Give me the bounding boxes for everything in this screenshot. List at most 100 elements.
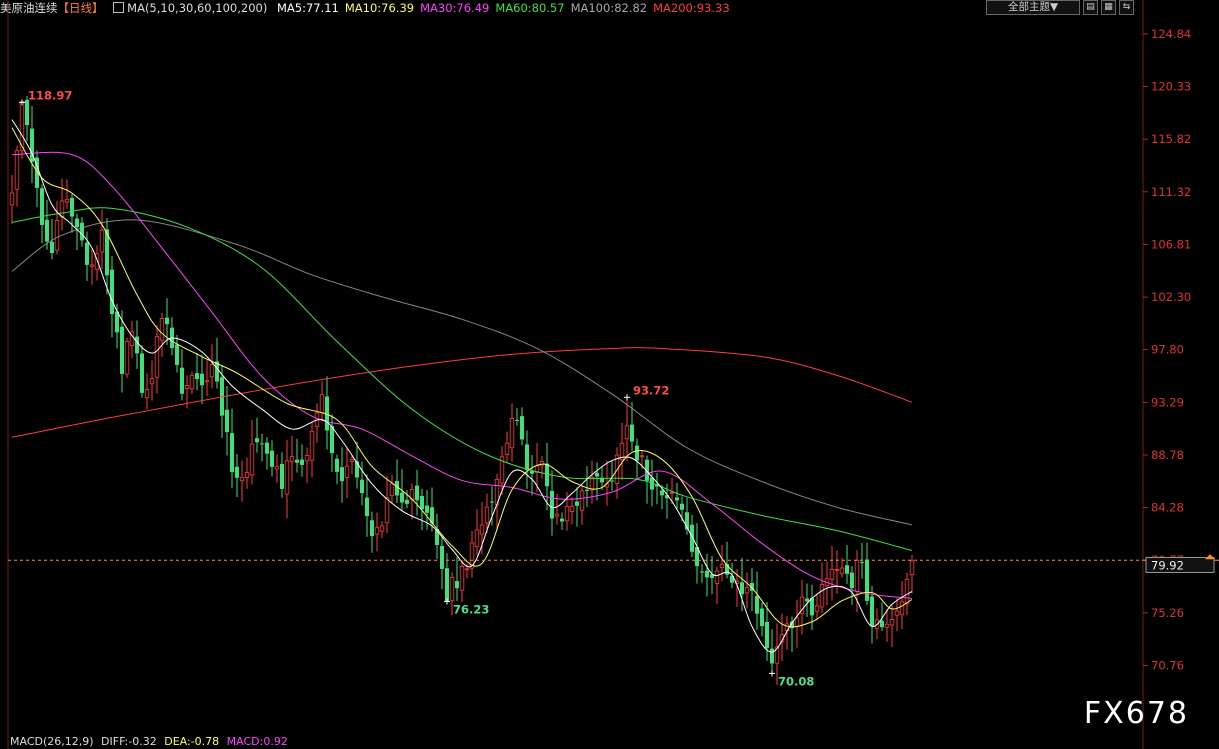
candle-body [624, 425, 630, 440]
candle-body [740, 582, 744, 595]
candle-body [839, 567, 845, 575]
candle-body [719, 563, 725, 569]
candle-body [40, 188, 44, 225]
candle-body [464, 568, 470, 571]
candle-body [319, 394, 325, 414]
candle-body [249, 443, 255, 476]
candle-body [630, 424, 634, 442]
candle-body [59, 200, 65, 218]
candle-body [154, 336, 160, 378]
candle-body [75, 218, 79, 228]
candle-body [445, 568, 449, 602]
candle-body [309, 430, 315, 461]
candle-body [610, 480, 614, 482]
candle-body [675, 497, 679, 501]
candle-body [80, 222, 84, 241]
candle-body [189, 374, 195, 390]
extreme-label: 93.72 [633, 383, 669, 397]
candle-body [344, 465, 350, 478]
candle-body [14, 150, 20, 190]
candle-body [284, 460, 290, 495]
candle-body [230, 433, 234, 473]
current-price-marker [1205, 554, 1215, 560]
candle-body [860, 562, 864, 564]
candle-body [265, 442, 269, 454]
candle-body [270, 450, 274, 467]
candle-body [440, 545, 444, 569]
candle-body [389, 483, 395, 497]
candlestick-chart[interactable]: 124.84 120.33 115.82 111.32 106.81 102.30 97.8… [0, 0, 1219, 749]
candle-body [370, 520, 374, 537]
candle-body [700, 571, 704, 573]
y-tick-label: 120.33 [1151, 80, 1191, 94]
candle-body [120, 326, 124, 374]
macd-dea-label: DEA:-0.78 [164, 735, 220, 748]
candle-body [760, 608, 764, 627]
candle-body [870, 596, 874, 627]
candle-body [195, 373, 199, 380]
candle-body [225, 409, 229, 433]
candle-body [330, 425, 334, 454]
candle-body [894, 610, 900, 616]
candle-body [420, 495, 424, 510]
y-tick-label: 70.76 [1151, 658, 1184, 672]
candle-body [889, 619, 895, 626]
candle-body [204, 380, 210, 383]
macd-params-label: MACD(26,12,9) [10, 735, 94, 748]
candle-body [765, 621, 769, 649]
candle-body [455, 581, 459, 589]
candle-body [209, 364, 215, 378]
candle-body [585, 489, 589, 491]
candle-body [255, 438, 259, 443]
y-tick-label: 75.26 [1151, 606, 1184, 620]
y-tick-label: 106.81 [1151, 237, 1191, 251]
candle-body [379, 525, 385, 532]
candle-body [144, 389, 150, 399]
candle-body [124, 340, 130, 375]
candle-body [545, 463, 549, 487]
candle-body [289, 456, 295, 462]
candle-body [165, 317, 169, 325]
candle-body [349, 459, 355, 462]
candle-body [9, 192, 15, 206]
candle-body [554, 513, 560, 517]
candle-body [304, 454, 310, 462]
candle-body [300, 459, 304, 465]
candle-body [25, 99, 29, 126]
candle-body [415, 485, 419, 501]
candle-body [589, 477, 595, 491]
candle-body [904, 578, 910, 604]
candle-body [374, 527, 380, 535]
macd-indicator-bar: MACD(26,12,9) DIFF:-0.32 DEA:-0.78 MACD:… [10, 735, 292, 749]
candle-body [490, 501, 494, 503]
candle-body [744, 587, 750, 594]
candle-body [400, 492, 404, 503]
candle-body [805, 598, 809, 602]
candle-body [660, 490, 664, 496]
candle-body [70, 197, 74, 217]
candle-body [575, 501, 579, 506]
candle-body [639, 455, 645, 458]
candle-body [595, 472, 599, 477]
candle-body [45, 219, 49, 242]
candle-body [200, 373, 204, 386]
candle-body [834, 569, 840, 571]
extreme-label: 76.23 [453, 603, 489, 617]
candle-body [159, 318, 165, 341]
candle-body [515, 419, 519, 421]
candle-body [680, 503, 684, 510]
candle-body [425, 505, 429, 513]
candle-body [50, 241, 54, 253]
candle-body [405, 499, 409, 504]
candle-body [509, 417, 515, 449]
y-tick-label: 93.29 [1151, 395, 1184, 409]
extreme-label: 118.97 [28, 88, 72, 102]
macd-value-label: MACD:0.92 [226, 735, 288, 748]
candle-body [814, 605, 820, 612]
candle-body [180, 367, 184, 394]
candle-body [569, 505, 575, 512]
candle-body [140, 353, 144, 393]
candle-body [884, 623, 890, 628]
candle-body [459, 565, 465, 591]
candle-body [854, 559, 860, 592]
